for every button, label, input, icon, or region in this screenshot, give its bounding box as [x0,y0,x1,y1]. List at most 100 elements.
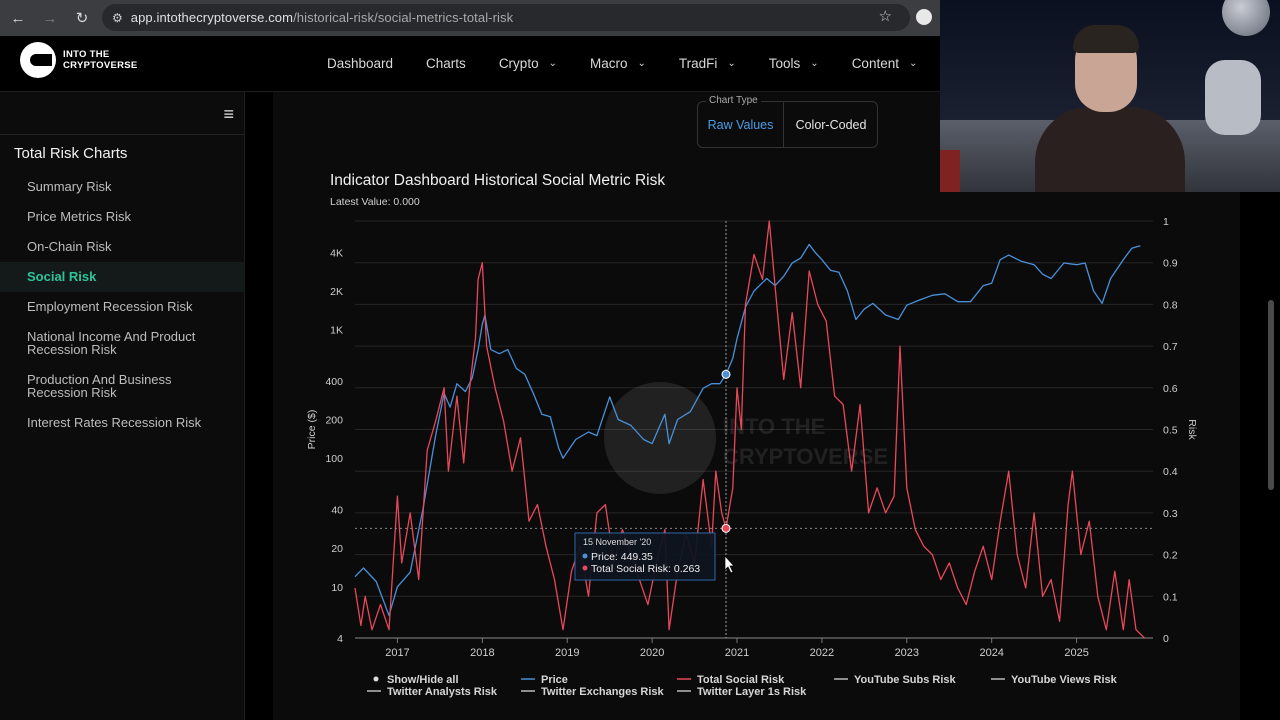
watermark-text: INTO THE [723,414,825,439]
price-hover-point [721,369,731,379]
watermark-circle [604,382,716,494]
right-tick-label: 0 [1163,633,1169,645]
main-nav: Dashboard Charts Crypto ⌄ Macro ⌄ TradFi ⌄ … [327,56,950,71]
extension-icon[interactable] [916,9,932,25]
tooltip-date: 15 November '20 [583,537,651,547]
tooltip-price: Price: 449.35 [591,551,653,563]
legend-label: YouTube Views Risk [1011,674,1118,686]
nav-tradfi[interactable]: TradFi ⌄ [679,56,736,71]
sidebar-item-interest-rates-risk[interactable]: Interest Rates Recession Risk [0,408,245,438]
legend-marker [373,676,379,682]
sidebar-list: Summary Risk Price Metrics Risk On-Chain… [0,172,245,438]
sidebar-item-production-business-risk[interactable]: Production And Business Recession Risk [0,365,245,408]
legend-label: Twitter Exchanges Risk [541,686,665,698]
risk-hover-point [721,523,731,533]
chevron-down-icon: ⌄ [548,58,557,69]
sidebar-item-on-chain-risk[interactable]: On-Chain Risk [0,232,245,262]
left-tick-label: 4K [330,247,343,259]
legend-item-youtube-views-risk[interactable]: YouTube Views Risk [991,674,1118,686]
sidebar-item-summary-risk[interactable]: Summary Risk [0,172,245,202]
left-tick-label: 40 [331,504,343,516]
reload-icon[interactable]: ↻ [68,4,96,32]
nav-label: TradFi [678,56,718,71]
right-tick-label: 0.2 [1163,550,1178,562]
nav-content[interactable]: Content ⌄ [852,56,918,71]
tooltip-risk-dot [582,565,588,571]
logo-text: INTO THE CRYPTOVERSE [63,49,138,71]
left-tick-label: 1K [330,325,343,337]
left-tick-label: 200 [325,415,343,427]
collapse-menu-icon[interactable]: ≡ [223,104,234,125]
chevron-down-icon: ⌄ [908,58,918,69]
legend-item-twitter-layer-1s-risk[interactable]: Twitter Layer 1s Risk [677,686,807,698]
forward-icon[interactable]: → [36,4,64,32]
nav-label: Charts [426,56,466,71]
sidebar-item-social-risk[interactable]: Social Risk [0,262,245,292]
sidebar-item-price-metrics-risk[interactable]: Price Metrics Risk [0,202,245,232]
legend-label: Twitter Layer 1s Risk [697,686,807,698]
nav-label: Dashboard [327,56,394,71]
chevron-down-icon: ⌄ [810,58,819,69]
right-tick-label: 0.8 [1163,299,1178,311]
left-tick-label: 100 [325,453,343,465]
right-tick-label: 0.1 [1163,591,1178,603]
y-axis-left-title: Price ($) [306,410,318,450]
bookmark-star-icon[interactable]: ☆ [879,7,892,25]
logo-mark-icon [20,42,56,78]
site-header: INTO THE CRYPTOVERSE Dashboard Charts Cr… [0,36,940,92]
presenter-body [1035,107,1185,192]
left-tick-label: 4 [337,633,343,645]
legend-item-price[interactable]: Price [521,674,568,686]
nav-crypto[interactable]: Crypto ⌄ [499,56,557,71]
nav-label: Tools [768,56,801,71]
legend-item-show-hide-all[interactable]: Show/Hide all [373,674,459,686]
legend-item-youtube-subs-risk[interactable]: YouTube Subs Risk [834,674,957,686]
legend-item-total-social-risk[interactable]: Total Social Risk [677,674,785,686]
sidebar-item-employment-recession-risk[interactable]: Employment Recession Risk [0,292,245,322]
presenter-hair [1073,25,1139,53]
x-tick-label: 2019 [555,647,579,659]
url-host: app.intothecryptoverse.com [130,10,294,25]
sidebar-title: Total Risk Charts [14,145,128,162]
logo-line-1: INTO THE [63,49,110,60]
nav-tools[interactable]: Tools ⌄ [769,56,819,71]
right-tick-label: 1 [1163,216,1169,228]
nav-dashboard[interactable]: Dashboard [327,56,393,71]
logo-line-2: CRYPTOVERSE [63,60,138,71]
webcam-object [940,150,960,192]
legend-label: Twitter Analysts Risk [387,686,498,698]
x-tick-label: 2021 [725,647,749,659]
legend-item-twitter-exchanges-risk[interactable]: Twitter Exchanges Risk [521,686,665,698]
logo[interactable]: INTO THE CRYPTOVERSE [20,42,138,78]
astronaut-image [1205,60,1261,135]
right-tick-label: 0.7 [1163,341,1178,353]
back-icon[interactable]: ← [4,4,32,32]
x-tick-label: 2022 [810,647,834,659]
legend-label: YouTube Subs Risk [854,674,957,686]
x-tick-label: 2024 [979,647,1003,659]
right-tick-label: 0.5 [1163,425,1178,437]
sidebar-item-national-income-risk[interactable]: National Income And Product Recession Ri… [0,322,245,365]
legend-label: Price [541,674,568,686]
left-tick-label: 10 [331,582,343,594]
site-settings-icon[interactable]: ⚙ [112,11,123,25]
page-scrollbar[interactable] [1268,300,1274,490]
address-bar[interactable]: ⚙ app.intothecryptoverse.com/historical-… [102,4,910,31]
left-tick-label: 2K [330,286,343,298]
nav-macro[interactable]: Macro ⌄ [590,56,646,71]
left-tick-label: 20 [331,543,343,555]
url-path: /historical-risk/social-metrics-total-ri… [293,10,514,25]
x-tick-label: 2025 [1064,647,1088,659]
nav-label: Crypto [498,56,539,71]
legend-item-twitter-analysts-risk[interactable]: Twitter Analysts Risk [367,686,498,698]
sidebar: ≡ Total Risk Charts Summary Risk Price M… [0,92,245,720]
tooltip-price-dot [582,553,588,559]
x-tick-label: 2017 [385,647,409,659]
url-text: app.intothecryptoverse.com/historical-ri… [131,10,513,25]
right-tick-label: 0.3 [1163,508,1178,520]
chevron-down-icon: ⌄ [727,58,736,69]
x-tick-label: 2018 [470,647,494,659]
nav-label: Macro [589,56,628,71]
nav-charts[interactable]: Charts [426,56,466,71]
right-tick-label: 0.6 [1163,383,1178,395]
